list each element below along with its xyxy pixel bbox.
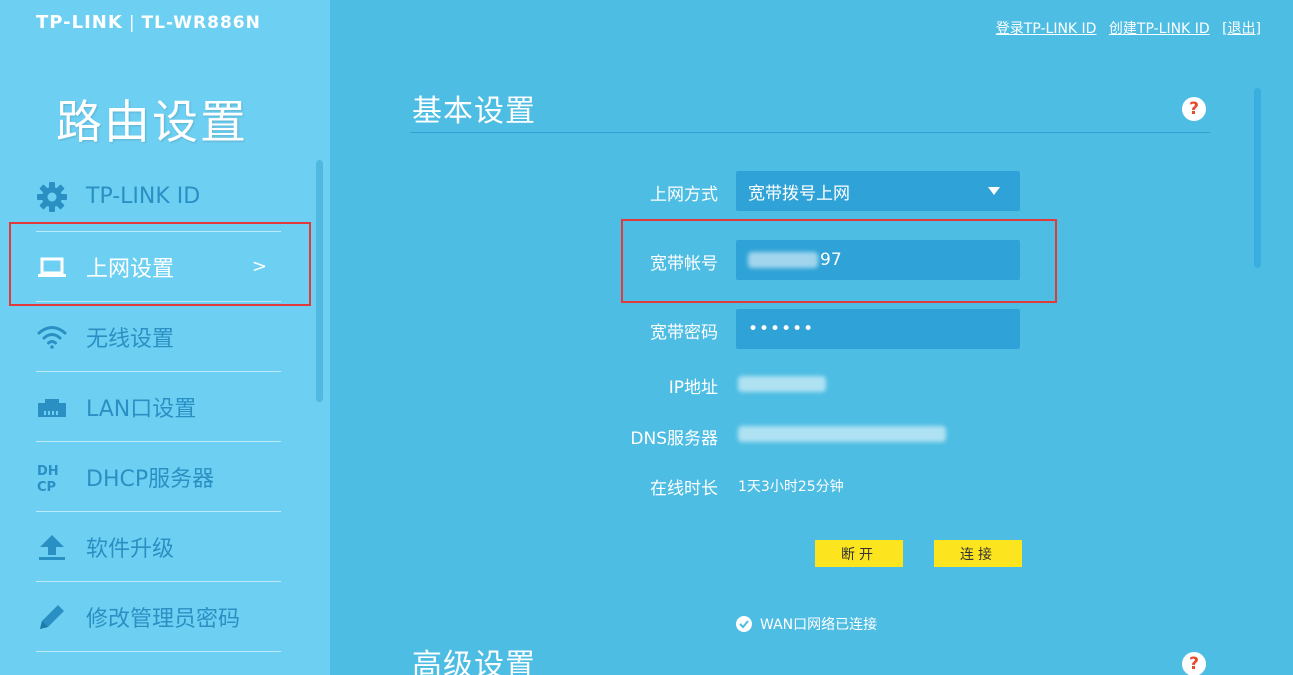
connection-status: WAN口网络已连接 bbox=[736, 614, 877, 634]
sidebar-item-firmware-upgrade[interactable]: 软件升级 bbox=[36, 512, 281, 582]
help-icon[interactable]: ? bbox=[1182, 97, 1206, 121]
redacted-mask bbox=[738, 375, 826, 392]
basic-settings-title: 基本设置 bbox=[412, 94, 536, 129]
password-value: •••••• bbox=[748, 319, 815, 339]
model-name: TL-WR886N bbox=[141, 13, 261, 33]
login-tplink-id-link[interactable]: 登录TP-LINK ID bbox=[996, 21, 1097, 37]
svg-text:DH: DH bbox=[37, 464, 59, 479]
sidebar-item-wireless[interactable]: 无线设置 bbox=[36, 302, 281, 372]
sidebar-item-label: LAN口设置 bbox=[86, 396, 197, 422]
dns-label: DNS服务器 bbox=[630, 429, 718, 449]
dns-value bbox=[738, 424, 946, 442]
sidebar-item-label: 无线设置 bbox=[86, 326, 175, 352]
advanced-settings-title: 高级设置 bbox=[412, 648, 536, 675]
connection-type-value: 宽带拨号上网 bbox=[748, 183, 850, 204]
divider bbox=[410, 132, 1210, 133]
uptime-label: 在线时长 bbox=[650, 479, 718, 499]
sidebar-item-label: 修改管理员密码 bbox=[86, 606, 241, 632]
ip-value bbox=[738, 374, 826, 392]
section-title: 路由设置 bbox=[56, 95, 248, 149]
logo-separator: | bbox=[128, 13, 136, 33]
sidebar-item-admin-password[interactable]: 修改管理员密码 bbox=[36, 582, 281, 652]
connection-type-select[interactable]: 宽带拨号上网 bbox=[736, 171, 1020, 211]
lan-port-icon bbox=[36, 391, 68, 423]
create-tplink-id-link[interactable]: 创建TP-LINK ID bbox=[1109, 21, 1210, 37]
main-scrollbar[interactable] bbox=[1254, 88, 1261, 268]
help-icon[interactable]: ? bbox=[1182, 652, 1206, 675]
connect-button[interactable]: 连接 bbox=[934, 540, 1022, 567]
password-label: 宽带密码 bbox=[650, 323, 718, 343]
highlight-box-menu bbox=[9, 222, 311, 306]
brand-name: TP-LINK bbox=[36, 12, 123, 33]
sidebar-scrollbar[interactable] bbox=[316, 160, 323, 402]
connection-type-label: 上网方式 bbox=[650, 185, 718, 205]
disconnect-button[interactable]: 断开 bbox=[815, 540, 903, 567]
chevron-down-icon bbox=[988, 187, 1000, 195]
logout-link[interactable]: [退出] bbox=[1222, 21, 1261, 37]
password-field[interactable]: •••••• bbox=[736, 309, 1020, 349]
uptime-value: 1天3小时25分钟 bbox=[738, 479, 844, 495]
upload-icon bbox=[36, 531, 68, 563]
connection-status-text: WAN口网络已连接 bbox=[760, 617, 878, 633]
pencil-icon bbox=[36, 601, 68, 633]
sidebar-item-label: DHCP服务器 bbox=[86, 466, 215, 492]
gear-icon bbox=[36, 181, 68, 213]
check-circle-icon bbox=[736, 616, 752, 632]
sidebar-item-label: 软件升级 bbox=[86, 536, 175, 562]
logo: TP-LINK | TL-WR886N bbox=[36, 12, 261, 33]
sidebar-item-label: TP-LINK ID bbox=[86, 184, 201, 209]
wifi-icon bbox=[36, 321, 68, 353]
ip-label: IP地址 bbox=[668, 378, 718, 398]
svg-text:CP: CP bbox=[37, 480, 56, 493]
redacted-mask bbox=[738, 425, 946, 442]
top-links: 登录TP-LINK ID 创建TP-LINK ID [退出] bbox=[988, 18, 1261, 38]
sidebar: TP-LINK | TL-WR886N 路由设置 TP-LINK ID 上网设置 >… bbox=[0, 0, 330, 675]
sidebar-item-dhcp[interactable]: DH CP DHCP服务器 bbox=[36, 442, 281, 512]
highlight-box-account bbox=[621, 219, 1057, 303]
dhcp-icon: DH CP bbox=[36, 461, 68, 493]
sidebar-item-lan[interactable]: LAN口设置 bbox=[36, 372, 281, 442]
